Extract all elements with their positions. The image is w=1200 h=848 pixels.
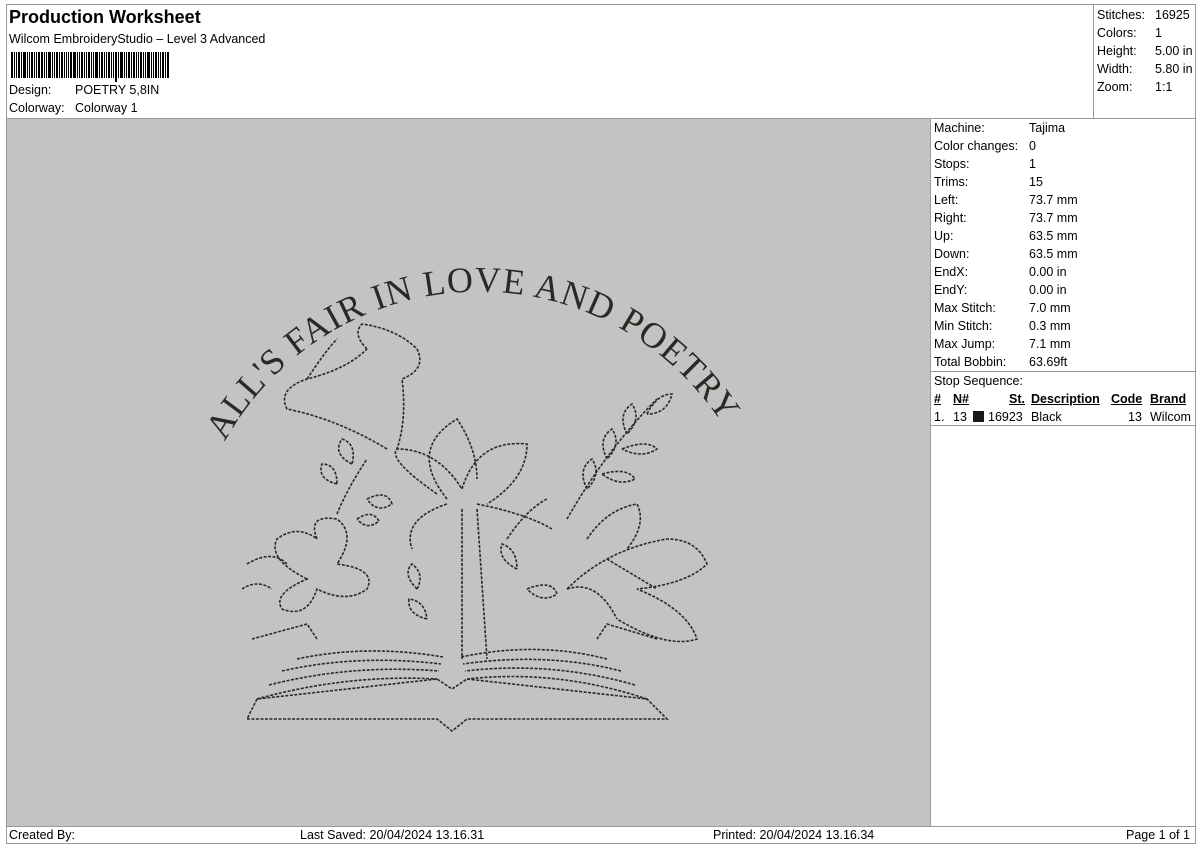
machine-info-value: 73.7 mm bbox=[1029, 193, 1078, 207]
machine-info-row: Max Stitch: 7.0 mm bbox=[931, 299, 1196, 317]
printed-date: Printed: 20/04/2024 13.16.34 bbox=[713, 828, 875, 842]
summary-box: Stitches: 16925 Colors: 1 Height: 5.00 in W… bbox=[1093, 5, 1196, 119]
worksheet-frame: Production Worksheet Wilcom EmbroiderySt… bbox=[6, 4, 1196, 844]
machine-info-row: EndY: 0.00 in bbox=[931, 281, 1196, 299]
machine-info-row: Right: 73.7 mm bbox=[931, 209, 1196, 227]
machine-info-panel: Machine: Tajima Color changes: 0 Stops: 1 Trim… bbox=[931, 119, 1196, 826]
col-stitches: St. bbox=[1009, 392, 1025, 406]
machine-info-label: Color changes: bbox=[934, 139, 1019, 153]
machine-info-row: Left: 73.7 mm bbox=[931, 191, 1196, 209]
arc-text: ALL'S FAIR IN LOVE AND POETRY bbox=[197, 259, 748, 445]
machine-info-row: Color changes: 0 bbox=[931, 137, 1196, 155]
design-label: Design: bbox=[9, 83, 52, 97]
colorway-row: Colorway: Colorway 1 bbox=[9, 101, 138, 115]
stop-sequence-label: Stop Sequence: bbox=[934, 374, 1023, 388]
worksheet-footer: Created By: Last Saved: 20/04/2024 13.16… bbox=[7, 826, 1196, 844]
machine-info-row: Max Jump: 7.1 mm bbox=[931, 335, 1196, 353]
machine-info-row: EndX: 0.00 in bbox=[931, 263, 1196, 281]
machine-info-value: 63.5 mm bbox=[1029, 247, 1078, 261]
col-needle: N# bbox=[953, 392, 969, 406]
machine-info-label: Min Stitch: bbox=[934, 319, 993, 333]
machine-info-label: Trims: bbox=[934, 175, 969, 189]
machine-info-label: Machine: bbox=[934, 121, 985, 135]
machine-info-label: Left: bbox=[934, 193, 959, 207]
machine-info-value: 63.69ft bbox=[1029, 355, 1068, 369]
machine-info-row: Down: 63.5 mm bbox=[931, 245, 1196, 263]
last-saved: Last Saved: 20/04/2024 13.16.31 bbox=[300, 828, 485, 842]
col-description: Description bbox=[1031, 392, 1100, 406]
machine-info-label: Up: bbox=[934, 229, 954, 243]
machine-info-label: Stops: bbox=[934, 157, 970, 171]
worksheet-header: Production Worksheet Wilcom EmbroiderySt… bbox=[7, 5, 1093, 119]
stop-sequence-row: 1. 13 16923 Black 13 Wilcom bbox=[931, 408, 1196, 426]
machine-info-value: 0.00 in bbox=[1029, 283, 1067, 297]
machine-info-row: Min Stitch: 0.3 mm bbox=[931, 317, 1196, 335]
machine-info-label: EndX: bbox=[934, 265, 969, 279]
page-number: Page 1 of 1 bbox=[1126, 828, 1190, 842]
col-num: # bbox=[934, 392, 941, 406]
machine-info-label: EndY: bbox=[934, 283, 968, 297]
colorway-value: Colorway 1 bbox=[75, 101, 138, 115]
machine-info-label: Max Stitch: bbox=[934, 301, 996, 315]
barcode-image bbox=[11, 52, 205, 82]
summary-row-stitches: Stitches: 16925 bbox=[1097, 8, 1190, 22]
col-code: Code bbox=[1111, 392, 1143, 406]
machine-info-label: Right: bbox=[934, 211, 967, 225]
colorway-label: Colorway: bbox=[9, 101, 65, 115]
machine-info-row: Total Bobbin: 63.69ft bbox=[931, 353, 1196, 371]
machine-info-value: 7.0 mm bbox=[1029, 301, 1071, 315]
machine-info-row: Stops: 1 bbox=[931, 155, 1196, 173]
machine-info-label: Max Jump: bbox=[934, 337, 996, 351]
machine-info-value: 0.3 mm bbox=[1029, 319, 1071, 333]
machine-info-value: 1 bbox=[1029, 157, 1036, 171]
summary-row-width: Width: 5.80 in bbox=[1097, 62, 1193, 76]
embroidery-artwork: ALL'S FAIR IN LOVE AND POETRY bbox=[197, 259, 748, 733]
machine-info-value: 15 bbox=[1029, 175, 1043, 189]
stop-sequence-section: Stop Sequence: # N# St. Description Code… bbox=[931, 371, 1196, 426]
machine-info-label: Total Bobbin: bbox=[934, 355, 1007, 369]
stop-sequence-header: # N# St. Description Code Brand bbox=[931, 390, 1196, 408]
created-by: Created By: bbox=[9, 828, 76, 842]
machine-info-value: 7.1 mm bbox=[1029, 337, 1071, 351]
summary-row-height: Height: 5.00 in bbox=[1097, 44, 1193, 58]
machine-info-value: 63.5 mm bbox=[1029, 229, 1078, 243]
design-value: POETRY 5,8IN bbox=[75, 83, 160, 97]
machine-info-value: 0.00 in bbox=[1029, 265, 1067, 279]
summary-row-zoom: Zoom: 1:1 bbox=[1097, 80, 1173, 94]
software-name: Wilcom EmbroideryStudio – Level 3 Advanc… bbox=[9, 32, 266, 46]
machine-info-value: 73.7 mm bbox=[1029, 211, 1078, 225]
color-swatch bbox=[973, 411, 984, 422]
machine-info-row: Machine: Tajima bbox=[931, 119, 1196, 137]
design-row: Design: POETRY 5,8IN bbox=[9, 83, 159, 97]
col-brand: Brand bbox=[1150, 392, 1187, 406]
page-title: Production Worksheet bbox=[9, 7, 201, 27]
machine-info-label: Down: bbox=[934, 247, 970, 261]
floral-book-outline bbox=[241, 323, 708, 733]
machine-info-row: Trims: 15 bbox=[931, 173, 1196, 191]
arc-text-path: ALL'S FAIR IN LOVE AND POETRY bbox=[197, 259, 747, 445]
machine-info-value: 0 bbox=[1029, 139, 1036, 153]
machine-info-row: Up: 63.5 mm bbox=[931, 227, 1196, 245]
summary-row-colors: Colors: 1 bbox=[1097, 26, 1162, 40]
design-preview: ALL'S FAIR IN LOVE AND POETRY bbox=[7, 119, 931, 826]
machine-info-value: Tajima bbox=[1029, 121, 1066, 135]
